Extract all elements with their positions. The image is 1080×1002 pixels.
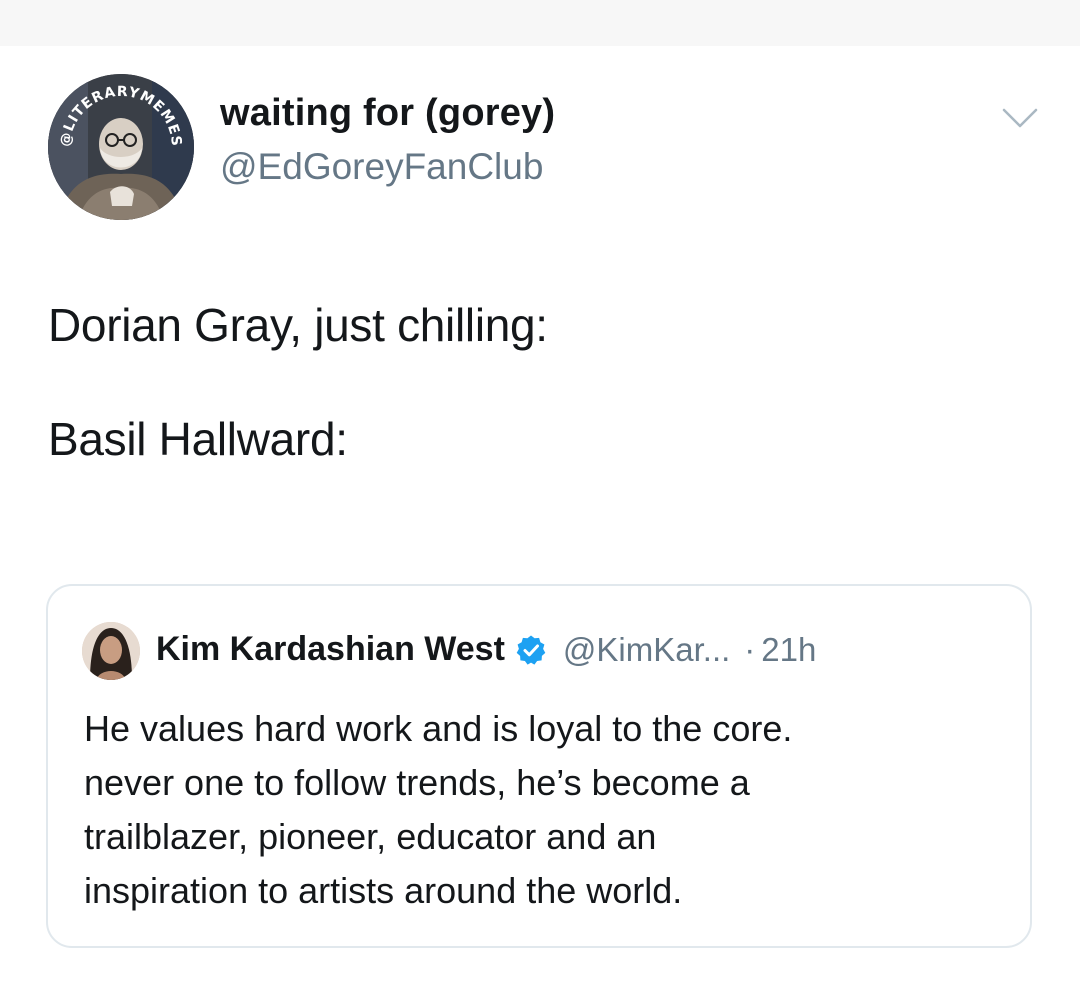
author-handle[interactable]: @EdGoreyFanClub	[220, 146, 543, 188]
quoted-display-name[interactable]: Kim Kardashian West	[156, 630, 505, 669]
top-strip	[0, 0, 1080, 46]
quoted-header: Kim Kardashian West @KimKar... · 21h	[156, 630, 816, 669]
tweet-text-line: Dorian Gray, just chilling:	[48, 299, 548, 351]
quoted-timestamp[interactable]: 21h	[761, 631, 816, 669]
quoted-handle[interactable]: @KimKar...	[563, 631, 730, 669]
quoted-tweet-text: He values hard work and is loyal to the …	[84, 708, 793, 911]
quoted-tweet-card[interactable]: Kim Kardashian West @KimKar... · 21h He …	[46, 584, 1032, 948]
quoted-avatar	[82, 622, 140, 680]
verified-badge-icon	[515, 634, 547, 666]
avatar-image: @LITERARYMEMES	[48, 74, 194, 220]
author-display-name[interactable]: waiting for (gorey)	[220, 92, 555, 135]
tweet-text-line: Basil Hallward:	[48, 413, 348, 465]
chevron-down-icon[interactable]	[1000, 104, 1040, 132]
dot-separator: ·	[744, 630, 756, 668]
author-avatar[interactable]: @LITERARYMEMES	[48, 74, 194, 220]
